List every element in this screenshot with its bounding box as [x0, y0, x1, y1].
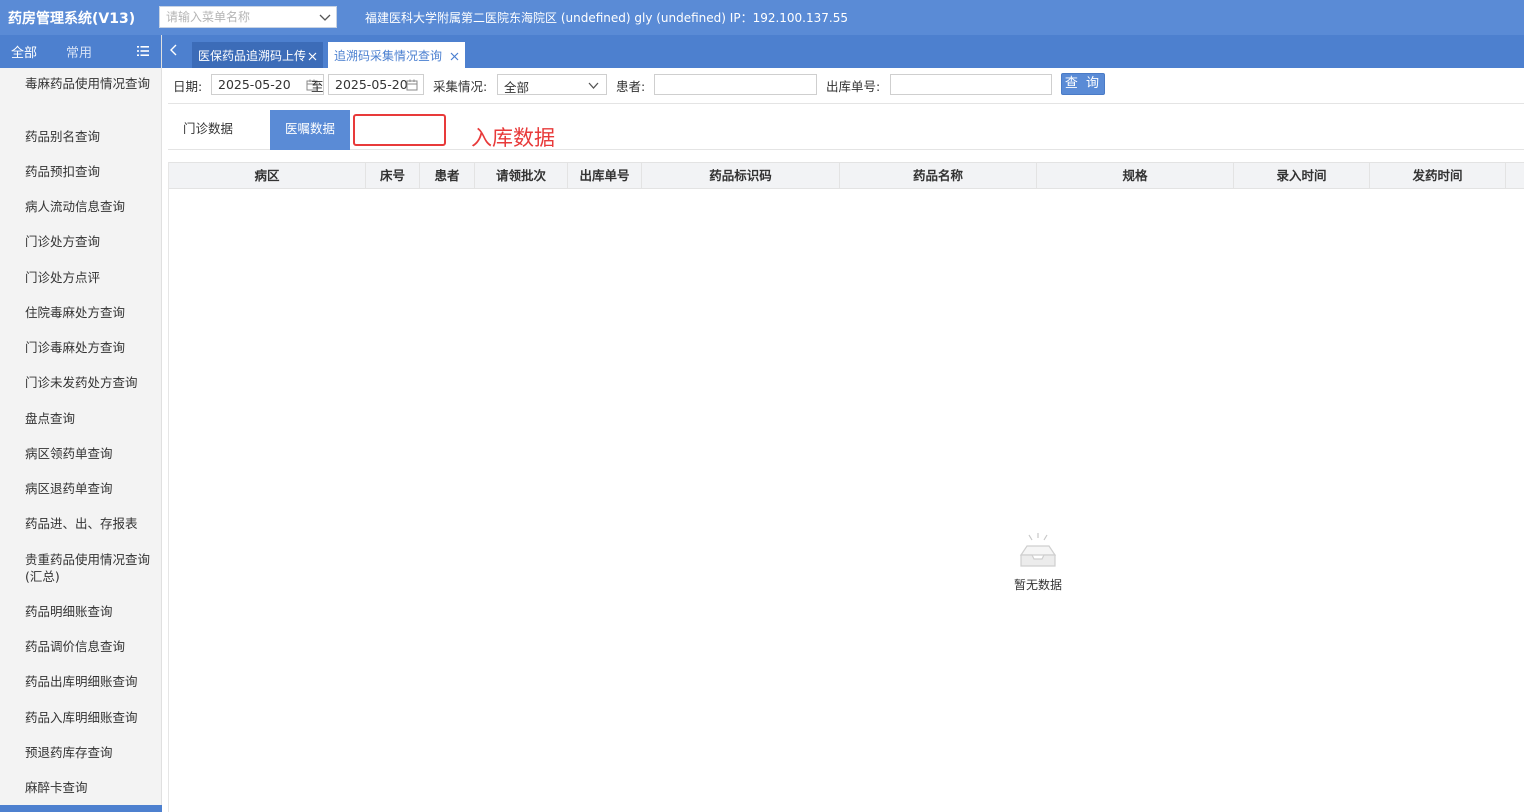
- sidebar-item[interactable]: 门诊处方点评: [25, 269, 150, 286]
- outbound-label: 出库单号:: [826, 79, 881, 94]
- tab-upload[interactable]: 医保药品追溯码上传: [192, 42, 323, 68]
- top-header: 药房管理系统(V13) 福建医科大学附属第二医院东海院区 (undefined)…: [0, 0, 1524, 35]
- sidebar-tab-common[interactable]: 常用: [66, 42, 92, 61]
- tab-bar: 医保药品追溯码上传 追溯码采集情况查询: [162, 35, 1524, 68]
- filter-bar: 日期: 2025-05-20 至 2025-05-20 采集情况: 全部 患者:…: [168, 68, 1524, 104]
- sidebar-item[interactable]: 药品预扣查询: [25, 163, 150, 180]
- column-header[interactable]: 床号: [366, 163, 420, 188]
- empty-state: 暂无数据: [1003, 532, 1073, 593]
- sidebar-item[interactable]: 药品进、出、存报表: [25, 515, 150, 532]
- sidebar: 全部 常用 毒麻药品使用情况查询 药品别名查询 药品预扣查询 病人流动信息查询 …: [0, 35, 162, 812]
- tab-label: 医保药品追溯码上传: [198, 49, 307, 63]
- sidebar-item[interactable]: 药品调价信息查询: [25, 638, 150, 655]
- sidebar-item[interactable]: 药品明细账查询: [25, 603, 150, 620]
- sidebar-item[interactable]: 盘点查询: [25, 410, 150, 427]
- column-header[interactable]: 患者: [420, 163, 475, 188]
- column-header[interactable]: 发药时间: [1370, 163, 1506, 188]
- patient-input-box[interactable]: [654, 74, 817, 95]
- chevron-down-icon[interactable]: [318, 10, 332, 28]
- column-header[interactable]: 请领批次: [475, 163, 568, 188]
- column-header[interactable]: 录入时间: [1234, 163, 1370, 188]
- to-label: 至: [311, 79, 324, 94]
- column-header[interactable]: 药品名称: [840, 163, 1037, 188]
- sidebar-item[interactable]: 住院毒麻处方查询: [25, 304, 150, 321]
- sidebar-item[interactable]: 病区退药单查询: [25, 480, 150, 497]
- collect-select[interactable]: 全部: [497, 74, 607, 95]
- data-subtabs: 门诊数据 医嘱数据 入库数据: [168, 104, 1524, 150]
- date-to-value: 2025-05-20: [335, 77, 408, 92]
- sidebar-item[interactable]: 药品别名查询: [25, 128, 150, 145]
- outbound-input-box[interactable]: [890, 74, 1052, 95]
- close-icon[interactable]: [450, 50, 459, 64]
- annotation-text: 入库数据: [471, 126, 555, 150]
- collect-select-value: 全部: [504, 80, 530, 95]
- sidebar-item[interactable]: 预退药库存查询: [25, 744, 150, 761]
- date-label: 日期:: [173, 79, 203, 94]
- column-header[interactable]: 药品标识码: [642, 163, 840, 188]
- query-button[interactable]: 查 询: [1061, 73, 1105, 95]
- column-header[interactable]: 病区: [169, 163, 366, 188]
- sidebar-item[interactable]: 贵重药品使用情况查询(汇总): [25, 551, 150, 585]
- collect-label: 采集情况:: [433, 79, 488, 94]
- menu-list-icon[interactable]: [136, 44, 150, 62]
- menu-search[interactable]: [159, 6, 337, 28]
- data-grid: 病区 床号 患者 请领批次 出库单号 药品标识码 药品名称 规格 录入时间 发药…: [168, 162, 1524, 812]
- subtab-outpatient[interactable]: 门诊数据: [168, 110, 248, 150]
- sidebar-item[interactable]: 病区领药单查询: [25, 445, 150, 462]
- empty-inbox-icon: [1018, 533, 1058, 572]
- sidebar-item[interactable]: 门诊未发药处方查询: [25, 374, 150, 391]
- sidebar-item[interactable]: 门诊处方查询: [25, 233, 150, 250]
- column-header[interactable]: 出库单号: [568, 163, 642, 188]
- tab-collection-query[interactable]: 追溯码采集情况查询: [328, 42, 465, 68]
- sidebar-item[interactable]: 毒麻药品使用情况查询: [25, 75, 150, 92]
- patient-label: 患者:: [616, 79, 646, 94]
- highlight-box: [353, 114, 446, 146]
- sidebar-item[interactable]: 药品入库明细账查询: [25, 709, 150, 726]
- header-info: 福建医科大学附属第二医院东海院区 (undefined) gly (undefi…: [365, 11, 848, 25]
- grid-header: 病区 床号 患者 请领批次 出库单号 药品标识码 药品名称 规格 录入时间 发药…: [169, 162, 1524, 189]
- sidebar-item[interactable]: 药品出库明细账查询: [25, 673, 150, 690]
- menu-search-input[interactable]: [160, 7, 312, 27]
- subtab-ward-orders[interactable]: 医嘱数据: [270, 110, 350, 150]
- calendar-icon[interactable]: [406, 79, 418, 94]
- sidebar-item[interactable]: 麻醉卡查询: [25, 779, 150, 796]
- outbound-input[interactable]: [897, 77, 1045, 93]
- chevron-left-icon[interactable]: [168, 43, 180, 61]
- date-from-input[interactable]: 2025-05-20: [211, 74, 324, 95]
- sidebar-item[interactable]: 病人流动信息查询: [25, 198, 150, 215]
- patient-input[interactable]: [661, 77, 810, 93]
- close-icon[interactable]: [308, 50, 317, 64]
- date-from-value: 2025-05-20: [218, 77, 291, 92]
- sidebar-tab-all[interactable]: 全部: [11, 42, 37, 61]
- app-title: 药房管理系统(V13): [8, 11, 136, 27]
- sidebar-tabs: 全部 常用: [0, 35, 161, 68]
- empty-text: 暂无数据: [1013, 578, 1062, 592]
- tab-label: 追溯码采集情况查询: [334, 49, 443, 63]
- date-to-input[interactable]: 2025-05-20: [328, 74, 424, 95]
- sidebar-item[interactable]: 门诊毒麻处方查询: [25, 339, 150, 356]
- column-header[interactable]: 规格: [1037, 163, 1234, 188]
- chevron-down-icon[interactable]: [587, 79, 600, 95]
- sidebar-bottom-bar: [0, 805, 162, 812]
